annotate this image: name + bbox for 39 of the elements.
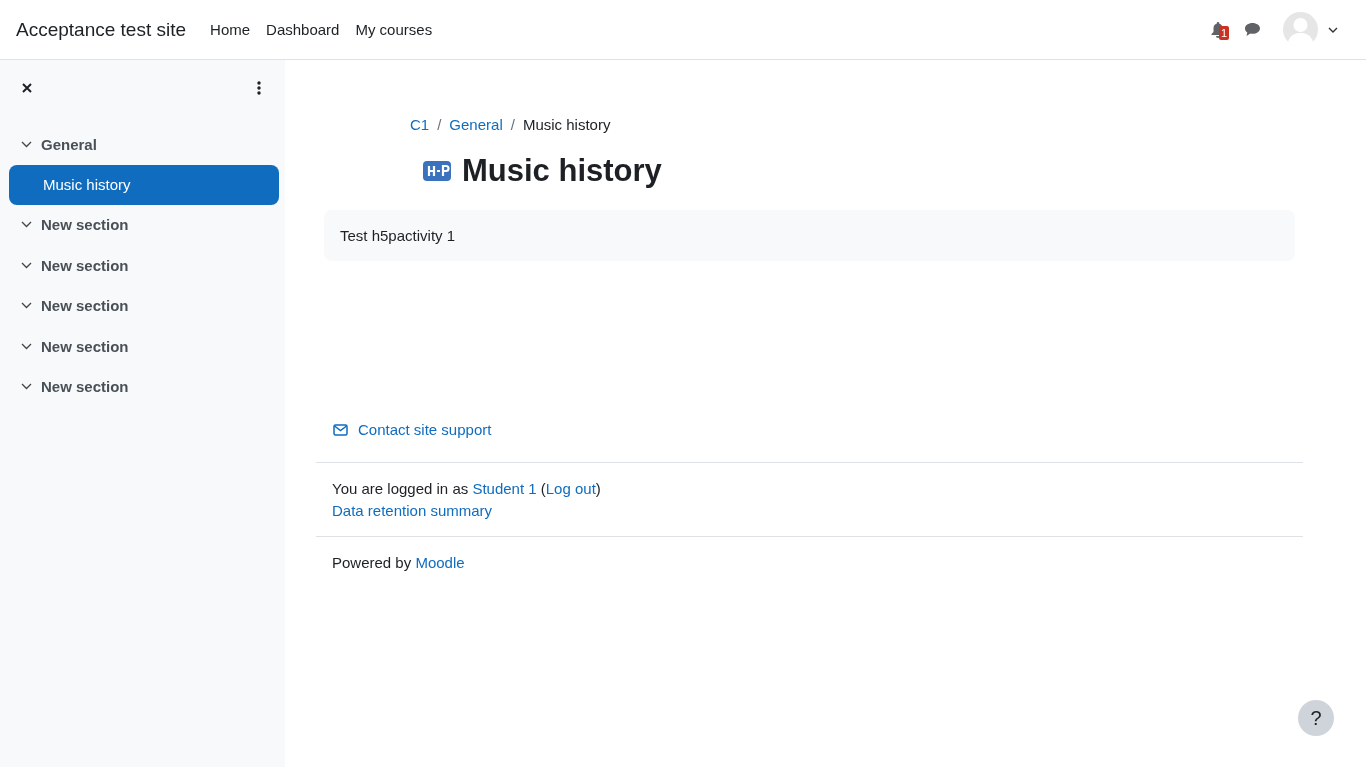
close-icon[interactable] (22, 83, 32, 93)
section-link[interactable]: New section (41, 378, 129, 396)
contact-support-link[interactable]: Contact site support (358, 421, 492, 438)
h5p-logo-icon (423, 161, 451, 181)
nav-link[interactable]: Dashboard (266, 21, 340, 38)
site-name[interactable]: Acceptance test site (16, 18, 187, 41)
breadcrumb-current: Music history (522, 116, 611, 133)
chevron-icon[interactable] (21, 221, 32, 229)
nav-link[interactable]: My courses (355, 21, 433, 38)
more-options-icon[interactable] (257, 81, 261, 95)
caret-icon[interactable] (1328, 26, 1338, 33)
help-button[interactable]: ? (1298, 700, 1334, 736)
section-link[interactable]: New section (41, 216, 129, 234)
chevron-icon[interactable] (21, 140, 32, 148)
chevron-icon[interactable] (21, 261, 32, 269)
activity-link[interactable]: Music history (9, 164, 279, 205)
chat-bubble-icon[interactable] (1244, 22, 1261, 37)
nav-link[interactable]: Home (210, 21, 251, 38)
description-text: Test h5pactivity 1 (340, 227, 456, 244)
moodle-link[interactable]: Moodle (415, 554, 465, 571)
logged-in-text: You are logged in as Student 1 (Log out) (332, 480, 602, 497)
data-retention-link[interactable]: Data retention summary (332, 502, 1287, 519)
breadcrumb-link[interactable]: C1 (410, 116, 430, 133)
notification-count: 1 (1219, 26, 1230, 40)
powered-by-text: Powered by Moodle (332, 554, 466, 571)
page-title: Music history (462, 153, 662, 189)
breadcrumb-separator: / (510, 116, 515, 133)
section-link[interactable]: New section (41, 297, 129, 315)
chevron-icon[interactable] (21, 302, 32, 310)
user-profile-link[interactable]: Student 1 (472, 480, 537, 497)
logout-link[interactable]: Log out (545, 480, 596, 497)
breadcrumb-separator: / (437, 116, 442, 133)
envelope-icon (333, 423, 348, 436)
chevron-icon[interactable] (21, 383, 32, 391)
breadcrumb-link[interactable]: General (449, 116, 503, 133)
section-link[interactable]: General (41, 135, 97, 153)
section-link[interactable]: New section (41, 256, 129, 274)
chevron-icon[interactable] (21, 342, 32, 350)
section-link[interactable]: New section (41, 337, 129, 355)
